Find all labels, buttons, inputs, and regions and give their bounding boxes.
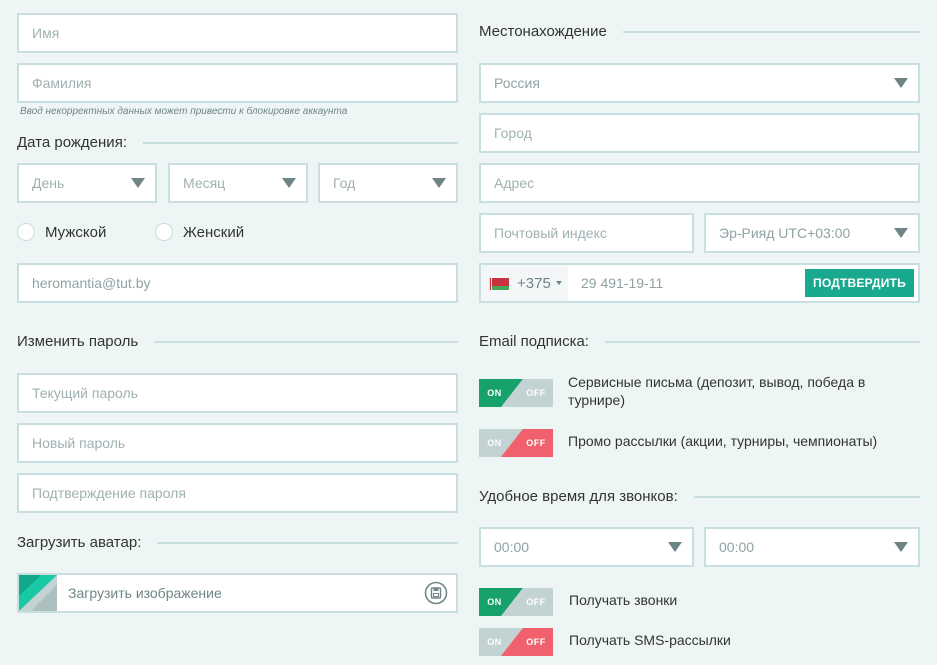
- location-title: Местонахождение: [479, 23, 607, 40]
- gender-female-label: Женский: [183, 223, 245, 241]
- sms-toggle[interactable]: ON OFF: [479, 628, 553, 656]
- country-select[interactable]: Россия: [479, 63, 920, 103]
- timezone-select[interactable]: Эр-Рияд UTC+03:00: [704, 213, 920, 253]
- radio-circle-icon: [155, 223, 173, 241]
- gender-male-radio[interactable]: Мужской: [17, 223, 106, 241]
- birth-date-title: Дата рождения:: [17, 134, 127, 151]
- avatar-upload-field[interactable]: Загрузить изображение: [17, 573, 458, 613]
- divider: [693, 495, 920, 498]
- email-subscription-title: Email подписка:: [479, 333, 589, 350]
- call-time-title: Удобное время для звонков:: [479, 488, 678, 505]
- chevron-down-icon: [668, 542, 682, 552]
- month-label: Месяц: [183, 175, 226, 191]
- day-label: День: [32, 175, 65, 191]
- city-placeholder: Город: [494, 125, 532, 141]
- city-input[interactable]: Город: [479, 113, 920, 153]
- service-letters-toggle[interactable]: ON OFF: [479, 379, 553, 407]
- time-from-select[interactable]: 00:00: [479, 527, 694, 567]
- divider: [142, 141, 458, 144]
- location-section: Местонахождение: [479, 23, 920, 40]
- chevron-down-icon: [282, 178, 296, 188]
- data-warning-hint: Ввод некорректных данных может привести …: [20, 106, 348, 117]
- chevron-down-icon: [432, 178, 446, 188]
- confirm-phone-button[interactable]: ПОДТВЕРДИТЬ: [805, 269, 914, 297]
- divider: [157, 541, 458, 544]
- current-password-input[interactable]: Текущий пароль: [17, 373, 458, 413]
- upload-avatar-section: Загрузить аватар:: [17, 534, 458, 551]
- toggle-on-label: ON: [487, 637, 502, 647]
- timezone-value: Эр-Рияд UTC+03:00: [719, 225, 851, 241]
- gender-male-label: Мужской: [45, 223, 107, 241]
- toggle-off-label: OFF: [526, 438, 546, 448]
- calls-label: Получать звонки: [569, 592, 678, 608]
- country-code-dropdown[interactable]: +375: [481, 265, 568, 301]
- email-subscription-section: Email подписка:: [479, 333, 920, 350]
- upload-label: Загрузить изображение: [68, 585, 222, 601]
- sms-label: Получать SMS-рассылки: [569, 632, 731, 648]
- divider: [604, 340, 920, 343]
- time-from-value: 00:00: [494, 539, 530, 555]
- birth-date-section: Дата рождения:: [17, 134, 458, 151]
- month-select[interactable]: Месяц: [168, 163, 308, 203]
- change-password-section: Изменить пароль: [17, 333, 458, 350]
- radio-circle-icon: [17, 223, 35, 241]
- chevron-down-icon: [131, 178, 145, 188]
- promo-label: Промо рассылки (акции, турниры, чемпиона…: [568, 433, 878, 449]
- belarus-flag-icon: [489, 277, 509, 290]
- call-time-section: Удобное время для звонков:: [479, 488, 920, 505]
- gender-female-radio[interactable]: Женский: [155, 223, 244, 241]
- phone-number: 29 491-19-11: [581, 275, 664, 291]
- first-name-input[interactable]: Имя: [17, 13, 458, 53]
- toggle-off-label: OFF: [526, 637, 546, 647]
- promo-toggle[interactable]: ON OFF: [479, 429, 553, 457]
- new-password-placeholder: Новый пароль: [32, 435, 126, 451]
- phone-code: +375: [517, 274, 551, 292]
- confirm-button-label: ПОДТВЕРДИТЬ: [813, 276, 906, 290]
- toggle-off-label: OFF: [526, 388, 546, 398]
- first-name-placeholder: Имя: [32, 25, 60, 41]
- year-select[interactable]: Год: [318, 163, 458, 203]
- current-password-placeholder: Текущий пароль: [32, 385, 138, 401]
- toggle-on-label: ON: [487, 388, 502, 398]
- toggle-off-label: OFF: [526, 597, 546, 607]
- confirm-password-placeholder: Подтверждение пароля: [32, 485, 186, 501]
- time-to-value: 00:00: [719, 539, 755, 555]
- new-password-input[interactable]: Новый пароль: [17, 423, 458, 463]
- chevron-down-icon: [894, 78, 908, 88]
- divider: [622, 30, 920, 33]
- year-label: Год: [333, 175, 356, 191]
- confirm-password-input[interactable]: Подтверждение пароля: [17, 473, 458, 513]
- day-select[interactable]: День: [17, 163, 157, 203]
- calls-toggle[interactable]: ON OFF: [479, 588, 553, 616]
- time-to-select[interactable]: 00:00: [704, 527, 920, 567]
- change-password-title: Изменить пароль: [17, 333, 139, 350]
- avatar-placeholder-icon: [19, 575, 57, 611]
- address-placeholder: Адрес: [494, 175, 535, 191]
- toggle-on-label: ON: [487, 438, 502, 448]
- email-input[interactable]: heromantia@tut.by: [17, 263, 458, 303]
- last-name-input[interactable]: Фамилия: [17, 63, 458, 103]
- service-letters-label: Сервисные письма (депозит, вывод, победа…: [568, 374, 866, 408]
- chevron-down-icon: [555, 281, 562, 285]
- phone-field[interactable]: +375 29 491-19-11 ПОДТВЕРДИТЬ: [479, 263, 920, 303]
- save-icon[interactable]: [424, 581, 448, 605]
- chevron-down-icon: [894, 542, 908, 552]
- country-value: Россия: [494, 75, 540, 91]
- email-value: heromantia@tut.by: [32, 275, 151, 291]
- address-input[interactable]: Адрес: [479, 163, 920, 203]
- postal-code-input[interactable]: Почтовый индекс: [479, 213, 694, 253]
- chevron-down-icon: [894, 228, 908, 238]
- upload-avatar-title: Загрузить аватар:: [17, 534, 142, 551]
- divider: [154, 340, 458, 343]
- last-name-placeholder: Фамилия: [32, 75, 92, 91]
- toggle-on-label: ON: [487, 597, 502, 607]
- postal-placeholder: Почтовый индекс: [494, 225, 607, 241]
